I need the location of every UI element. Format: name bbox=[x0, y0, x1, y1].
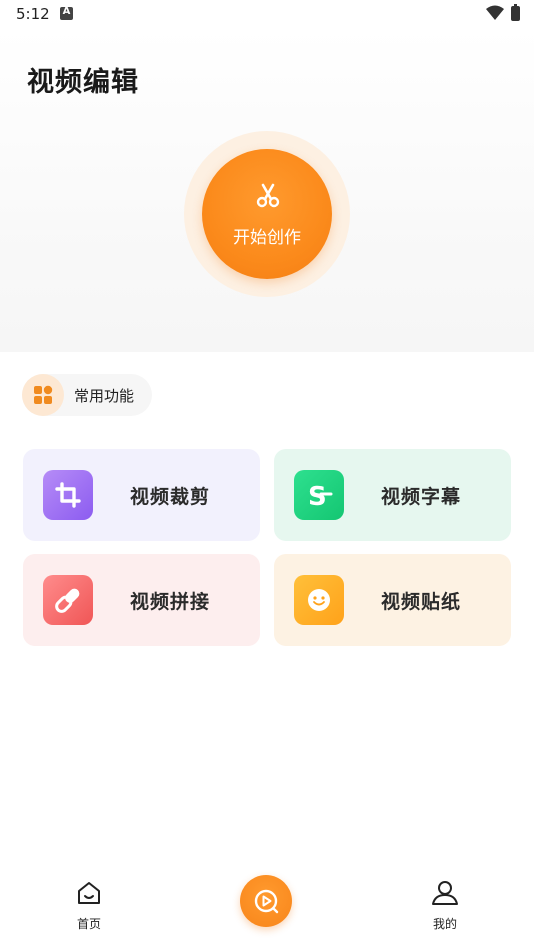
section-label: 常用功能 bbox=[74, 387, 135, 405]
svg-text:S: S bbox=[308, 482, 327, 512]
common-functions-chip: 常用功能 bbox=[22, 374, 152, 416]
scissors-icon bbox=[256, 183, 280, 208]
smiley-icon bbox=[308, 589, 330, 611]
video-splice-card[interactable]: 视频拼接 bbox=[23, 554, 260, 646]
grid-icon-wrap bbox=[22, 374, 64, 416]
nav-item-video[interactable] bbox=[240, 875, 292, 927]
smiley-icon-tile bbox=[294, 575, 344, 625]
card-label: 视频贴纸 bbox=[381, 591, 462, 613]
home-icon bbox=[78, 882, 100, 904]
nav-mine-label: 我的 bbox=[432, 917, 457, 931]
video-subtitle-card[interactable]: S 视频字幕 bbox=[274, 449, 511, 541]
battery-icon bbox=[511, 4, 520, 21]
page-title: 视频编辑 bbox=[27, 67, 139, 98]
profile-icon bbox=[432, 881, 458, 905]
crop-icon bbox=[55, 482, 81, 508]
card-label: 视频裁剪 bbox=[130, 486, 211, 508]
video-sticker-card[interactable]: 视频贴纸 bbox=[274, 554, 511, 646]
wifi-icon bbox=[486, 5, 504, 20]
link-icon bbox=[55, 588, 80, 613]
notification-a-icon bbox=[60, 6, 73, 20]
status-indicators bbox=[470, 4, 520, 23]
start-create-label: 开始创作 bbox=[233, 228, 301, 248]
status-bar: 5:12 bbox=[0, 0, 534, 28]
link-icon-tile bbox=[43, 575, 93, 625]
video-play-icon bbox=[254, 889, 279, 914]
nav-item-mine[interactable]: 我的 bbox=[422, 880, 468, 931]
crop-icon-tile bbox=[43, 470, 93, 520]
video-trim-card[interactable]: 视频裁剪 bbox=[23, 449, 260, 541]
card-label: 视频字幕 bbox=[381, 486, 462, 508]
subtitle-icon-tile: S bbox=[294, 470, 344, 520]
nav-home-label: 首页 bbox=[76, 917, 101, 931]
card-label: 视频拼接 bbox=[130, 591, 211, 613]
status-time: 5:12 bbox=[16, 5, 50, 23]
grid-icon bbox=[34, 385, 53, 404]
bottom-nav: 首页 我的 bbox=[0, 864, 534, 950]
start-create-button[interactable]: 开始创作 bbox=[202, 149, 332, 279]
nav-item-home[interactable]: 首页 bbox=[66, 880, 112, 931]
subtitle-s-icon: S bbox=[308, 482, 333, 512]
